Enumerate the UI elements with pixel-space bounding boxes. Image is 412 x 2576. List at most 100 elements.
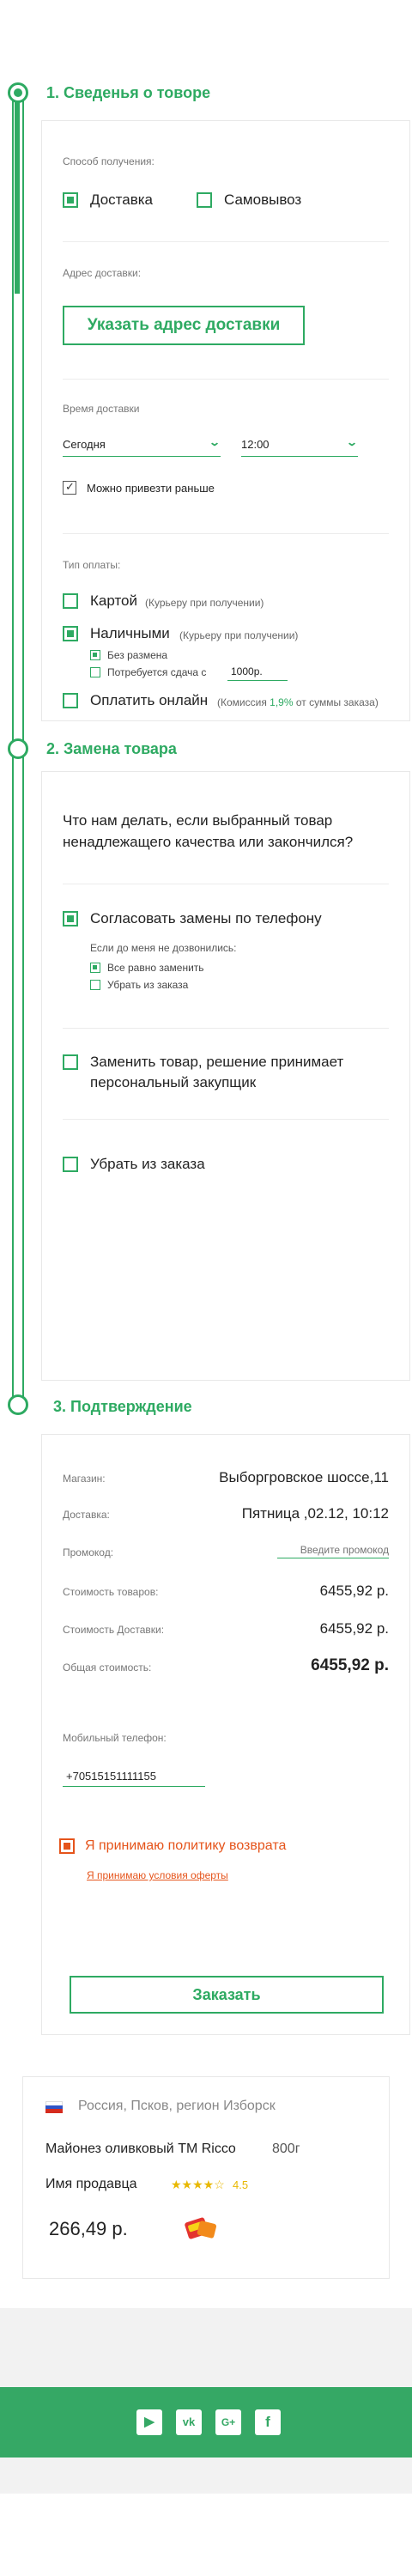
delivery-info-card: Способ получения: Доставка Самовывоз Адр… — [41, 120, 410, 721]
section-3-title: 3. Подтверждение — [53, 1398, 192, 1415]
phone-label: Мобильный телефон: — [63, 1732, 167, 1744]
change-needed-checkbox[interactable] — [90, 667, 100, 677]
accept-policy-label: Я принимаю политику возврата — [85, 1838, 287, 1853]
change-amount-input[interactable]: 1000р. — [227, 665, 288, 681]
product-name[interactable]: Майонез оливковый ТМ Ricco — [45, 2142, 236, 2157]
delivery-checkbox[interactable] — [63, 192, 78, 208]
earlier-delivery-option[interactable]: Можно привезти раньше — [63, 480, 251, 497]
google-plus-icon[interactable]: G+ — [215, 2409, 241, 2435]
pickup-option-label: Самовывоз — [224, 191, 302, 208]
card-payment-option[interactable]: Картой (Курьеру при получении) — [63, 592, 320, 612]
divider — [63, 1028, 389, 1029]
no-change-label: Без размена — [107, 649, 168, 661]
card-payment-checkbox[interactable] — [63, 593, 78, 609]
footer-top-band — [0, 2308, 412, 2387]
replace-anyway-option[interactable]: Все равно заменить — [90, 961, 227, 975]
footer-social-band: ▶ vk G+ f — [0, 2387, 412, 2458]
remove-item-option[interactable]: Убрать из заказа — [63, 1155, 320, 1176]
delivery-option-label: Доставка — [90, 191, 154, 208]
accept-offer-link[interactable]: Я принимаю условия оферты — [87, 1869, 228, 1881]
cash-payment-label: Наличными — [90, 625, 170, 641]
section-2-title: 2. Замена товара — [46, 740, 177, 757]
shopper-replace-option[interactable]: Заменить товар, решение принимает персон… — [63, 1052, 389, 1095]
card-payment-hint: (Курьеру при получении) — [145, 597, 264, 609]
seller-name[interactable]: Имя продавца — [45, 2177, 137, 2192]
divider — [63, 241, 389, 242]
pickup-checkbox[interactable] — [197, 192, 212, 208]
store-label: Магазин: — [63, 1473, 106, 1485]
delivery-option[interactable]: Доставка — [63, 190, 174, 210]
change-needed-label: Потребуется сдача с — [107, 666, 207, 678]
delivery-value: Пятница ,02.12, 10:12 — [241, 1505, 389, 1522]
product-region: Россия, Псков, регион Изборск — [78, 2099, 276, 2113]
confirmation-card: Магазин: Выборгровское шоссе,11 Доставка… — [41, 1434, 410, 2035]
online-payment-option[interactable]: Оплатить онлайн (Комиссия 1,9% от суммы … — [63, 691, 406, 712]
facebook-icon[interactable]: f — [255, 2409, 281, 2435]
replacement-card: Что нам делать, если выбранный товар нен… — [41, 771, 410, 1381]
no-change-option[interactable]: Без размена — [90, 648, 219, 662]
russia-flag-icon — [45, 2101, 63, 2113]
replacement-question: Что нам делать, если выбранный товар нен… — [63, 812, 354, 850]
delivery-time-value: 12:00 — [241, 438, 270, 451]
card-payment-label: Картой — [90, 592, 137, 609]
remove-item-checkbox[interactable] — [63, 1157, 78, 1172]
step-2-marker — [8, 738, 28, 759]
commission-prefix: (Комиссия — [217, 696, 270, 708]
remove-sub-checkbox[interactable] — [90, 980, 100, 990]
shopper-replace-checkbox[interactable] — [63, 1054, 78, 1070]
remove-sub-option[interactable]: Убрать из заказа — [90, 978, 227, 992]
delivery-day-value: Сегодня — [63, 438, 106, 451]
earlier-delivery-checkbox[interactable] — [63, 480, 76, 495]
delivery-time-label: Время доставки — [63, 403, 140, 415]
replace-anyway-checkbox[interactable] — [90, 963, 100, 973]
vk-icon[interactable]: vk — [176, 2409, 202, 2435]
online-payment-checkbox[interactable] — [63, 693, 78, 708]
store-value: Выборгровское шоссе,11 — [219, 1469, 389, 1485]
online-payment-label: Оплатить онлайн — [90, 692, 209, 708]
remove-item-label: Убрать из заказа — [90, 1156, 205, 1172]
phone-input[interactable]: +70515151111155 — [63, 1770, 205, 1787]
total-cost-value: 6455,92 р. — [311, 1656, 389, 1674]
change-needed-option[interactable]: Потребуется сдача с — [90, 665, 227, 679]
chevron-down-icon: ⌄ — [208, 436, 221, 448]
accept-policy-option[interactable]: Я принимаю политику возврата — [59, 1837, 351, 1857]
set-address-button[interactable]: Указать адрес доставки — [63, 306, 305, 345]
total-cost-label: Общая стоимость: — [63, 1662, 152, 1674]
product-image — [181, 2215, 222, 2240]
commission-percent: 1,9% — [270, 696, 294, 708]
accept-policy-checkbox[interactable] — [59, 1838, 75, 1854]
address-label: Адрес доставки: — [63, 267, 142, 279]
section-1-title: 1. Сведенья о товоре — [46, 84, 211, 101]
order-button[interactable]: Заказать — [70, 1976, 384, 2014]
step-3-marker — [8, 1394, 28, 1415]
youtube-icon[interactable]: ▶ — [136, 2409, 162, 2435]
delivery-cost-label: Стоимость Доставки: — [63, 1624, 165, 1636]
phone-replace-option[interactable]: Согласовать замены по телефону — [63, 909, 372, 930]
delivery-label: Доставка: — [63, 1509, 110, 1521]
promo-input[interactable] — [277, 1541, 389, 1558]
shopper-replace-label: Заменить товар, решение принимает персон… — [90, 1054, 344, 1091]
no-change-checkbox[interactable] — [90, 650, 100, 660]
product-price: 266,49 р. — [49, 2218, 128, 2239]
delivery-day-select[interactable]: Сегодня ⌄ — [63, 436, 221, 457]
goods-cost-value: 6455,92 р. — [319, 1583, 389, 1599]
step-1-marker — [8, 82, 28, 103]
timeline-progress — [15, 94, 20, 294]
delivery-time-select[interactable]: 12:00 ⌄ — [241, 436, 358, 457]
pickup-option[interactable]: Самовывоз — [197, 190, 325, 210]
delivery-cost-value: 6455,92 р. — [319, 1620, 389, 1637]
cash-payment-checkbox[interactable] — [63, 626, 78, 641]
payment-type-label: Тип оплаты: — [63, 559, 121, 571]
rating-stars: ★★★★☆ — [171, 2178, 225, 2191]
receive-method-label: Способ получения: — [63, 155, 154, 167]
product-weight: 800г — [272, 2142, 300, 2156]
product-card: Россия, Псков, регион Изборск Майонез ол… — [22, 2076, 390, 2279]
phone-replace-label: Согласовать замены по телефону — [90, 910, 322, 927]
online-payment-hint: (Комиссия 1,9% от суммы заказа) — [217, 696, 379, 708]
remove-sub-label: Убрать из заказа — [107, 979, 189, 991]
cash-payment-option[interactable]: Наличными (Курьеру при получении) — [63, 624, 337, 645]
rating-value: 4.5 — [233, 2178, 249, 2191]
divider — [63, 379, 389, 380]
phone-replace-checkbox[interactable] — [63, 911, 78, 927]
earlier-delivery-label: Можно привезти раньше — [87, 482, 215, 495]
